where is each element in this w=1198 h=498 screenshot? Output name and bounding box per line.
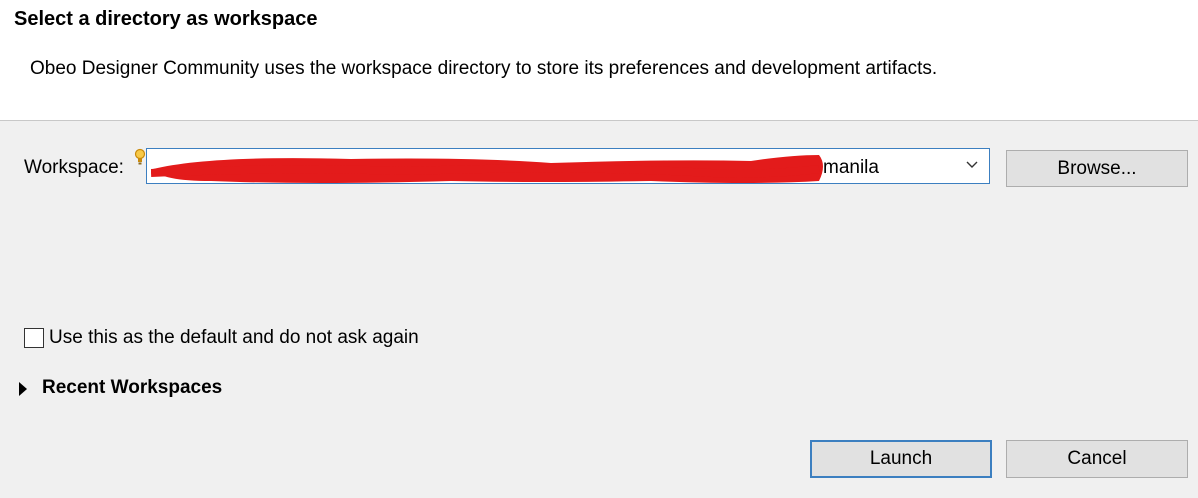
triangle-right-icon[interactable] bbox=[18, 381, 28, 397]
recent-workspaces-toggle[interactable]: Recent Workspaces bbox=[42, 377, 222, 399]
default-checkbox[interactable] bbox=[24, 328, 44, 348]
workspace-combobox[interactable]: C:\Users\xxxxxxxxxxxxxxxxxxxxxxxxxxxxxxx… bbox=[146, 148, 990, 184]
cancel-button[interactable]: Cancel bbox=[1006, 440, 1188, 478]
launch-button[interactable]: Launch bbox=[810, 440, 992, 478]
redaction-scribble bbox=[151, 155, 823, 183]
lightbulb-icon bbox=[134, 148, 146, 165]
chevron-down-icon[interactable] bbox=[965, 160, 979, 170]
dialog-header: Select a directory as workspace Obeo Des… bbox=[0, 0, 1198, 121]
workspace-label: Workspace: bbox=[24, 157, 124, 178]
default-checkbox-label[interactable]: Use this as the default and do not ask a… bbox=[49, 327, 419, 349]
browse-button[interactable]: Browse... bbox=[1006, 150, 1188, 187]
dialog-title: Select a directory as workspace bbox=[14, 8, 318, 30]
dialog-message: Obeo Designer Community uses the workspa… bbox=[30, 58, 938, 79]
